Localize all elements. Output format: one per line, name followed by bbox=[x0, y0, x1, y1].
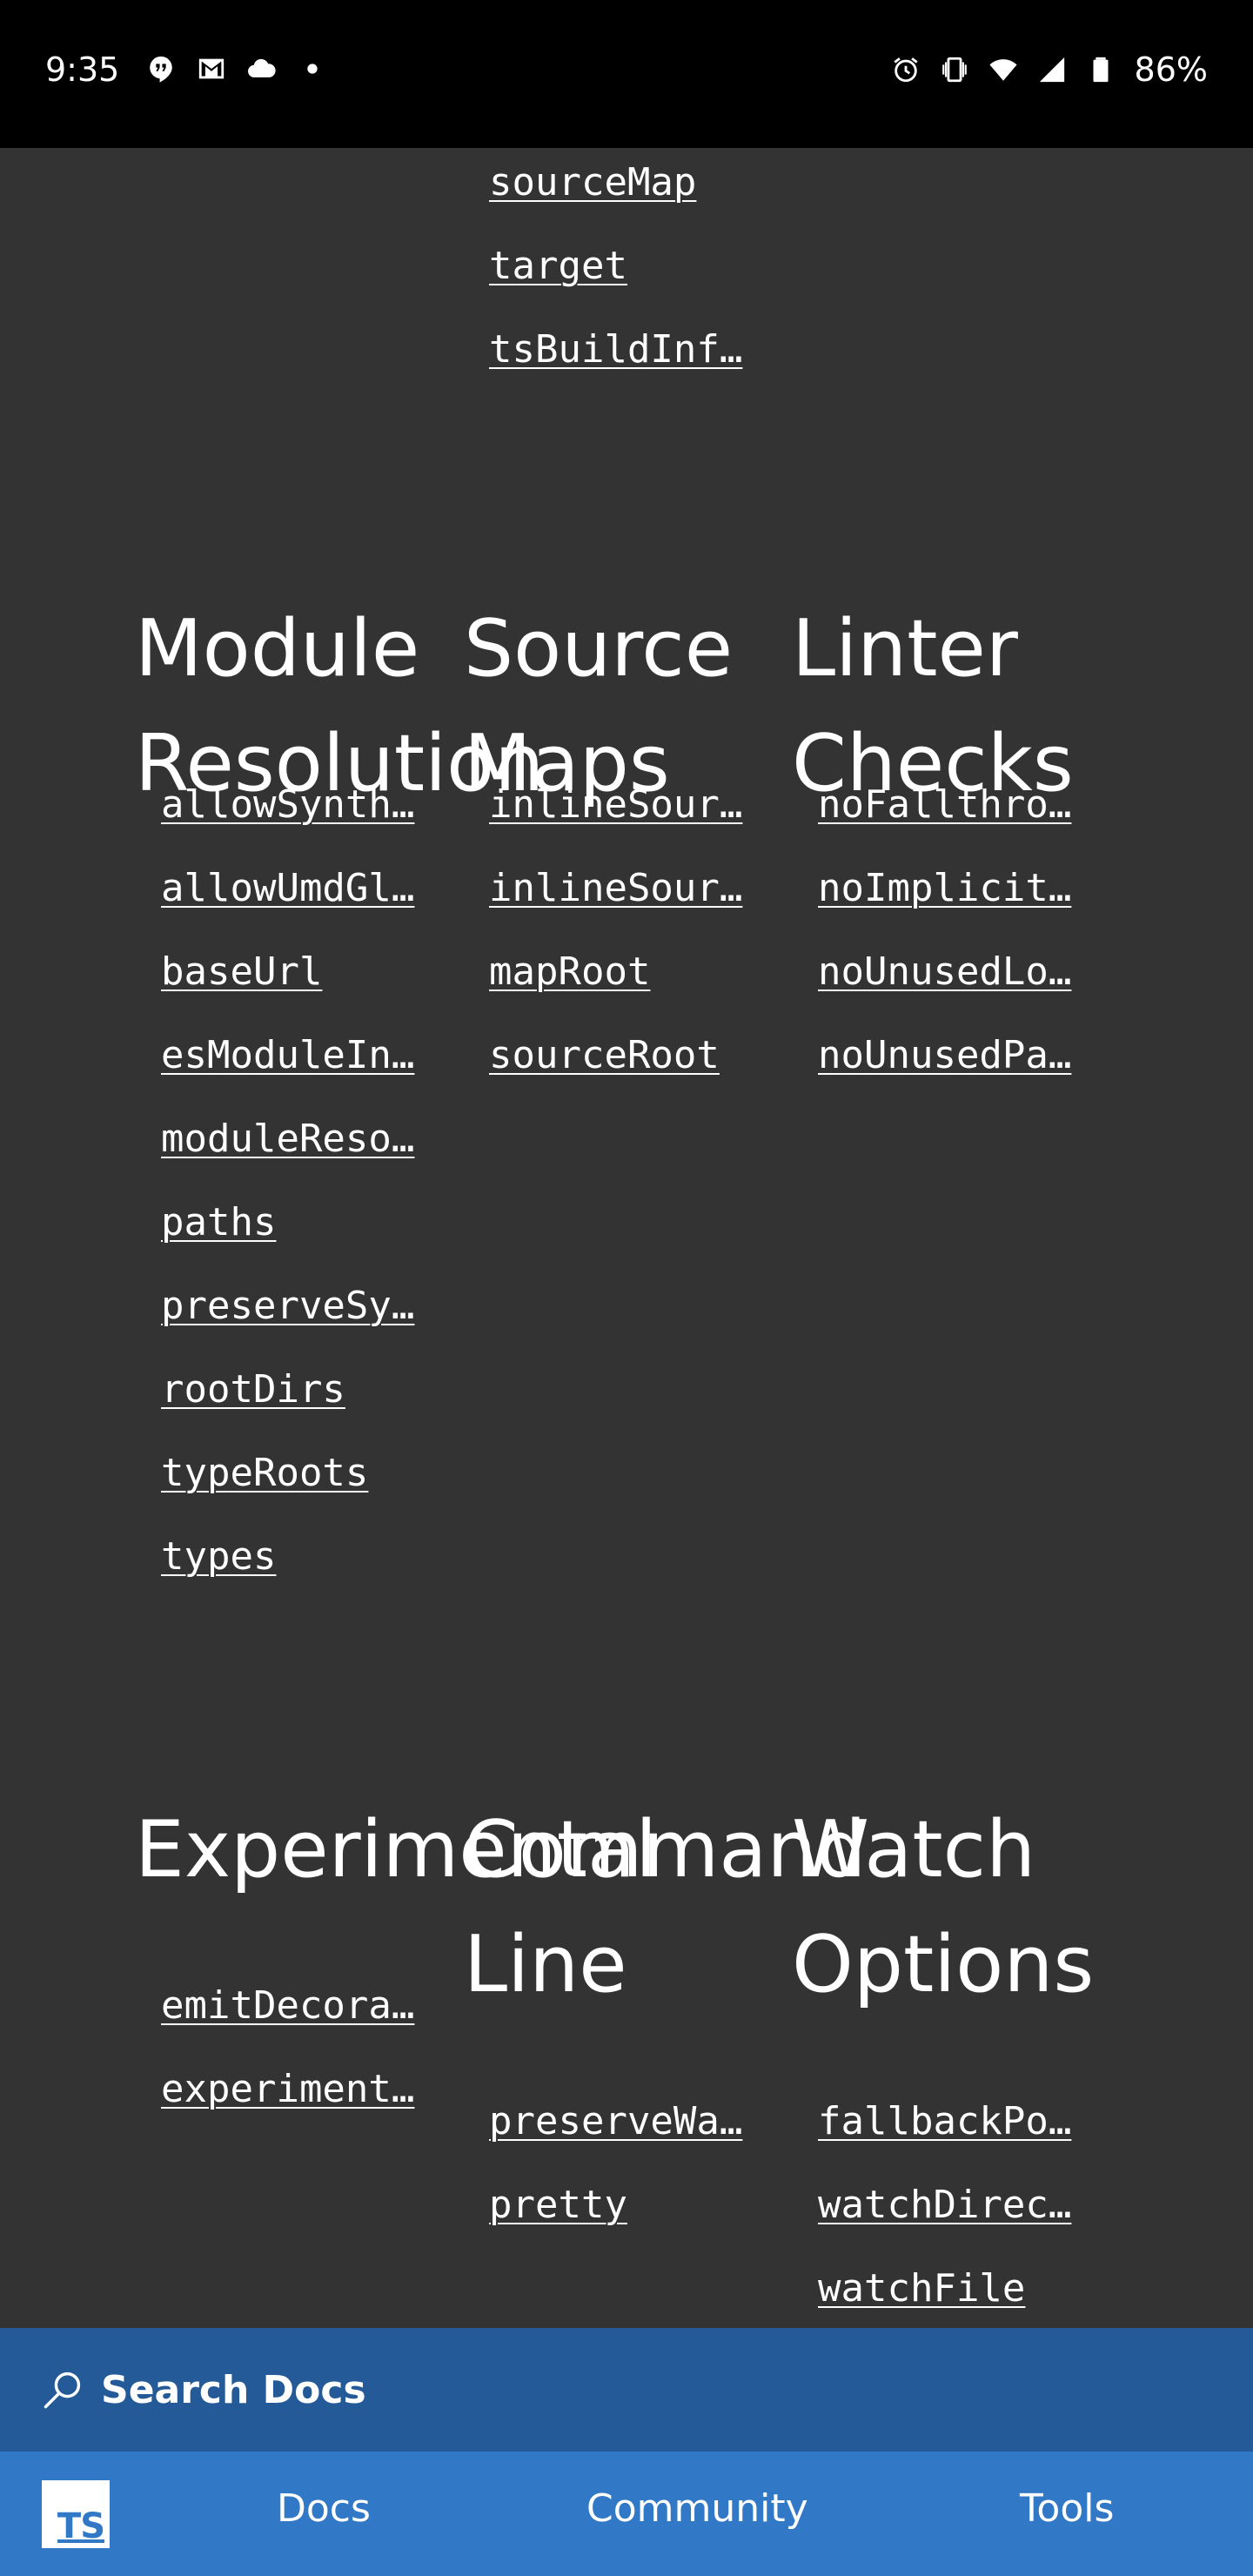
option-link[interactable]: preserveSy… bbox=[161, 1280, 427, 1332]
option-link[interactable]: esModuleIn… bbox=[161, 1030, 427, 1082]
bottom-nav: TS Docs Community Tools bbox=[0, 2452, 1253, 2576]
search-docs-button[interactable]: Search Docs bbox=[0, 2328, 1253, 2452]
compiler-options-index: sourceMap target tsBuildInf… Module Reso… bbox=[0, 148, 1253, 2328]
list-item: experiment… bbox=[161, 2063, 492, 2147]
list-item: typeRoots bbox=[161, 1447, 492, 1531]
list-item: inlineSour… bbox=[489, 862, 820, 946]
option-link[interactable]: pretty bbox=[489, 2179, 755, 2231]
option-link[interactable]: typeRoots bbox=[161, 1447, 427, 1499]
previous-section-links: sourceMap target tsBuildInf… bbox=[489, 157, 820, 407]
list-item: mapRoot bbox=[489, 946, 820, 1030]
nav-tools[interactable]: Tools bbox=[1020, 2486, 1114, 2531]
vibrate-icon bbox=[940, 55, 969, 84]
option-link[interactable]: noFallthro… bbox=[818, 779, 1084, 831]
list-item: watchDirec… bbox=[818, 2179, 1149, 2263]
option-link[interactable]: allowUmdGl… bbox=[161, 862, 427, 915]
list-item: allowSynth… bbox=[161, 779, 492, 862]
option-link[interactable]: sourceMap bbox=[489, 157, 755, 209]
option-link[interactable]: types bbox=[161, 1531, 427, 1583]
list-item: types bbox=[161, 1531, 492, 1614]
module-resolution-links: allowSynth… allowUmdGl… baseUrl esModule… bbox=[161, 779, 492, 1614]
option-link[interactable]: mapRoot bbox=[489, 946, 755, 998]
option-link[interactable]: experiment… bbox=[161, 2063, 427, 2116]
notification-icons bbox=[146, 54, 327, 84]
list-item: tsBuildInf… bbox=[489, 324, 820, 407]
linter-checks-links: noFallthro… noImplicit… noUnusedLo… noUn… bbox=[818, 779, 1149, 1113]
option-link[interactable]: emitDecora… bbox=[161, 1980, 427, 2032]
nav-docs[interactable]: Docs bbox=[277, 2486, 371, 2531]
section-watch-options: Watch Options bbox=[792, 1793, 1122, 2023]
option-link[interactable]: allowSynth… bbox=[161, 779, 427, 831]
link-list: emitDecora… experiment… bbox=[161, 1980, 492, 2147]
list-item: rootDirs bbox=[161, 1364, 492, 1447]
list-item: inlineSour… bbox=[489, 779, 820, 862]
option-link[interactable]: inlineSour… bbox=[489, 862, 755, 915]
nav-community[interactable]: Community bbox=[586, 2486, 808, 2531]
list-item: sourceMap bbox=[489, 157, 820, 240]
option-link[interactable]: paths bbox=[161, 1197, 427, 1249]
list-item: allowUmdGl… bbox=[161, 862, 492, 946]
link-list: allowSynth… allowUmdGl… baseUrl esModule… bbox=[161, 779, 492, 1614]
search-icon bbox=[40, 2367, 85, 2412]
experimental-links: emitDecora… experiment… bbox=[161, 1980, 492, 2147]
list-item: sourceRoot bbox=[489, 1030, 820, 1113]
dot-icon bbox=[298, 54, 327, 84]
list-item: baseUrl bbox=[161, 946, 492, 1030]
typescript-logo[interactable]: TS bbox=[42, 2480, 110, 2548]
option-link[interactable]: baseUrl bbox=[161, 946, 427, 998]
list-item: moduleReso… bbox=[161, 1113, 492, 1197]
battery-icon bbox=[1086, 55, 1116, 84]
list-item: paths bbox=[161, 1197, 492, 1280]
option-link[interactable]: sourceRoot bbox=[489, 1030, 755, 1082]
source-maps-links: inlineSour… inlineSour… mapRoot sourceRo… bbox=[489, 779, 820, 1113]
link-list: inlineSour… inlineSour… mapRoot sourceRo… bbox=[489, 779, 820, 1113]
option-link[interactable]: inlineSour… bbox=[489, 779, 755, 831]
option-link[interactable]: preserveWa… bbox=[489, 2096, 755, 2148]
list-item: noImplicit… bbox=[818, 862, 1149, 946]
alarm-icon bbox=[891, 55, 921, 84]
link-list: preserveWa… pretty bbox=[489, 2096, 820, 2263]
option-link[interactable]: noUnusedPa… bbox=[818, 1030, 1084, 1082]
section-title: Command Line bbox=[464, 1804, 867, 2010]
section-title: Watch Options bbox=[792, 1804, 1095, 2010]
list-item: noUnusedLo… bbox=[818, 946, 1149, 1030]
cloud-icon bbox=[247, 54, 277, 84]
list-item: preserveWa… bbox=[489, 2096, 820, 2179]
option-link[interactable]: target bbox=[489, 240, 755, 292]
command-line-links: preserveWa… pretty bbox=[489, 2096, 820, 2263]
option-link[interactable]: rootDirs bbox=[161, 1364, 427, 1416]
watch-options-links: fallbackPo… watchDirec… watchFile bbox=[818, 2096, 1149, 2346]
option-link[interactable]: fallbackPo… bbox=[818, 2096, 1084, 2148]
option-link[interactable]: noUnusedLo… bbox=[818, 946, 1084, 998]
option-link[interactable]: watchFile bbox=[818, 2263, 1084, 2315]
search-label: Search Docs bbox=[101, 2367, 366, 2412]
list-item: preserveSy… bbox=[161, 1280, 492, 1364]
signal-icon bbox=[1037, 55, 1067, 84]
link-list: fallbackPo… watchDirec… watchFile bbox=[818, 2096, 1149, 2346]
status-bar: 9:35 86% bbox=[0, 0, 1253, 148]
list-item: noUnusedPa… bbox=[818, 1030, 1149, 1113]
section-command-line: Command Line bbox=[464, 1793, 867, 2023]
option-link[interactable]: tsBuildInf… bbox=[489, 324, 755, 376]
list-item: fallbackPo… bbox=[818, 2096, 1149, 2179]
system-status: 86% bbox=[891, 50, 1208, 89]
list-item: noFallthro… bbox=[818, 779, 1149, 862]
list-item: pretty bbox=[489, 2179, 820, 2263]
battery-percentage: 86% bbox=[1134, 50, 1208, 89]
list-item: target bbox=[489, 240, 820, 324]
link-list: sourceMap target tsBuildInf… bbox=[489, 157, 820, 407]
wifi-icon bbox=[988, 55, 1018, 84]
option-link[interactable]: watchDirec… bbox=[818, 2179, 1084, 2231]
option-link[interactable]: moduleReso… bbox=[161, 1113, 427, 1165]
list-item: esModuleIn… bbox=[161, 1030, 492, 1113]
option-link[interactable]: noImplicit… bbox=[818, 862, 1084, 915]
status-time: 9:35 bbox=[45, 50, 120, 89]
link-list: noFallthro… noImplicit… noUnusedLo… noUn… bbox=[818, 779, 1149, 1113]
hangouts-icon bbox=[146, 54, 176, 84]
list-item: emitDecora… bbox=[161, 1980, 492, 2063]
gmail-icon bbox=[197, 54, 226, 84]
